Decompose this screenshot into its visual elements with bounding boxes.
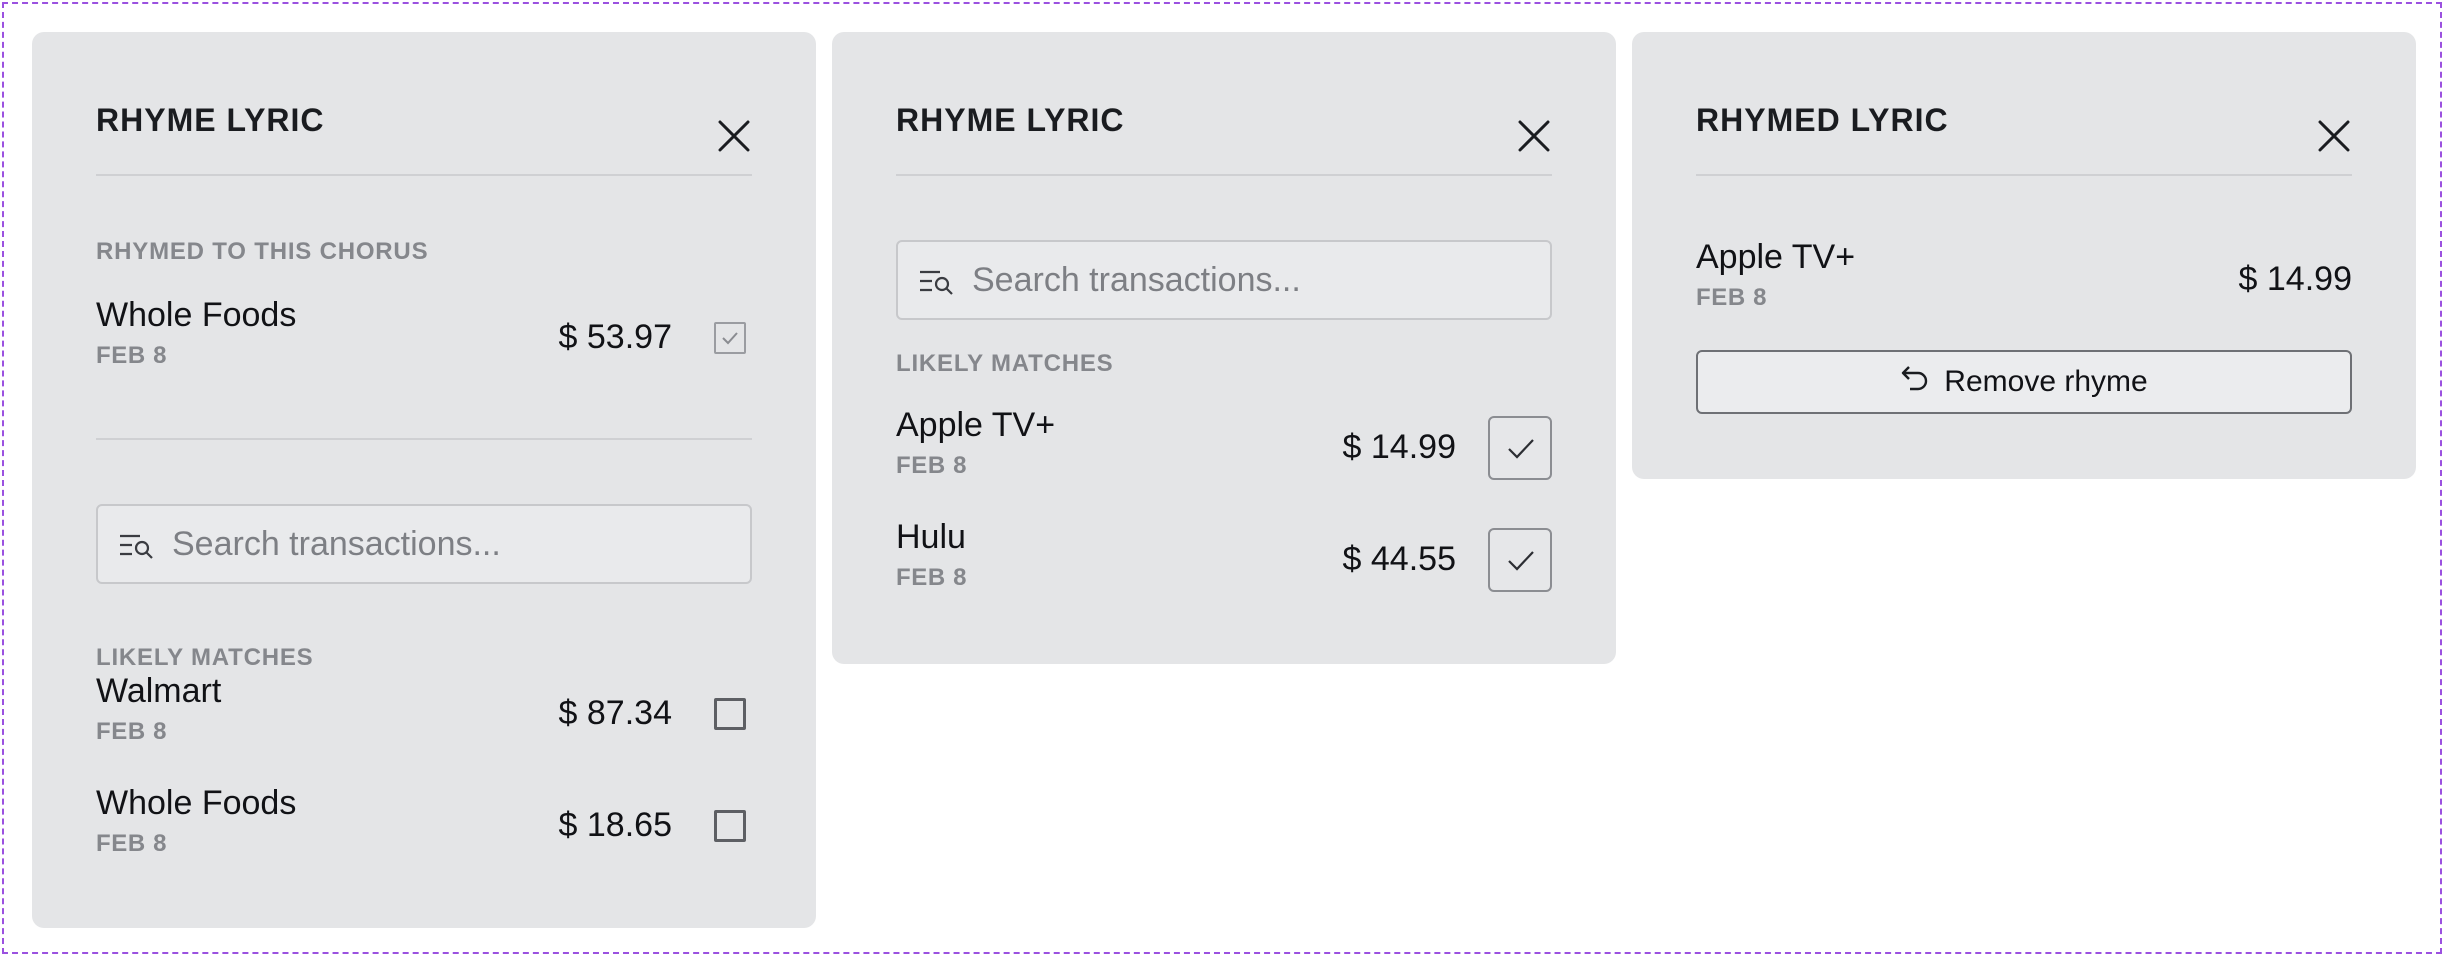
transaction-name: Apple TV+ xyxy=(1696,238,1856,276)
transaction-amount: $ 14.99 xyxy=(1342,428,1456,466)
match-checkbox[interactable] xyxy=(714,810,746,842)
search-field[interactable] xyxy=(96,504,752,584)
rhymed-transaction-row: Apple TV+ FEB 8 $ 14.99 xyxy=(1696,238,2352,318)
match-row-whole-foods: Whole Foods FEB 8 $ 18.65 xyxy=(96,784,752,864)
remove-rhyme-label: Remove rhyme xyxy=(1944,365,2148,398)
close-icon xyxy=(1518,120,1550,152)
panel-title: RHYME LYRIC xyxy=(896,102,1125,138)
header-divider xyxy=(1696,174,2352,176)
transaction-amount: $ 18.65 xyxy=(558,806,672,844)
match-row-apple-tv: Apple TV+ FEB 8 $ 14.99 xyxy=(896,406,1552,486)
close-button[interactable] xyxy=(716,118,752,154)
close-icon xyxy=(718,120,750,152)
transaction-amount: $ 87.34 xyxy=(558,694,672,732)
search-filter-icon xyxy=(918,266,958,301)
transaction-date: FEB 8 xyxy=(96,718,168,745)
match-row-walmart: Walmart FEB 8 $ 87.34 xyxy=(96,672,752,752)
match-checkbox[interactable] xyxy=(1488,528,1552,592)
header-divider xyxy=(96,174,752,176)
match-checkbox[interactable] xyxy=(714,698,746,730)
search-input[interactable] xyxy=(972,242,1534,318)
transaction-name: Hulu xyxy=(896,518,966,556)
search-input[interactable] xyxy=(172,506,734,582)
transaction-amount: $ 14.99 xyxy=(2238,260,2352,298)
transaction-date: FEB 8 xyxy=(896,452,968,479)
likely-matches-label: LIKELY MATCHES xyxy=(896,350,1114,377)
section-divider xyxy=(96,438,752,440)
close-icon xyxy=(2318,120,2350,152)
transaction-amount: $ 44.55 xyxy=(1342,540,1456,578)
rhymed-transaction-row: Whole Foods FEB 8 $ 53.97 xyxy=(96,296,752,376)
panel-title: RHYMED LYRIC xyxy=(1696,102,1949,138)
transaction-date: FEB 8 xyxy=(896,564,968,591)
search-filter-icon xyxy=(118,530,158,565)
transaction-name: Whole Foods xyxy=(96,296,297,334)
transaction-date: FEB 8 xyxy=(96,342,168,369)
match-checkbox[interactable] xyxy=(1488,416,1552,480)
check-icon xyxy=(722,332,738,345)
rhymed-section-label: RHYMED TO THIS CHORUS xyxy=(96,238,429,265)
transaction-date: FEB 8 xyxy=(96,830,168,857)
match-row-hulu: Hulu FEB 8 $ 44.55 xyxy=(896,518,1552,598)
rhymed-checkbox[interactable] xyxy=(714,322,746,354)
check-icon xyxy=(1508,439,1534,459)
close-button[interactable] xyxy=(1516,118,1552,154)
transaction-name: Walmart xyxy=(96,672,222,710)
undo-icon xyxy=(1900,364,1930,400)
remove-rhyme-button[interactable]: Remove rhyme xyxy=(1696,350,2352,414)
rhyme-lyric-panel-2: RHYME LYRIC LIKELY MATCHES Apple TV+ FEB… xyxy=(832,32,1616,664)
transaction-name: Whole Foods xyxy=(96,784,297,822)
check-icon xyxy=(1508,551,1534,571)
rhymed-lyric-panel: RHYMED LYRIC Apple TV+ FEB 8 $ 14.99 Rem… xyxy=(1632,32,2416,479)
transaction-date: FEB 8 xyxy=(1696,284,1768,311)
header-divider xyxy=(896,174,1552,176)
close-button[interactable] xyxy=(2316,118,2352,154)
panel-title: RHYME LYRIC xyxy=(96,102,325,138)
search-field[interactable] xyxy=(896,240,1552,320)
likely-matches-label: LIKELY MATCHES xyxy=(96,644,314,671)
transaction-name: Apple TV+ xyxy=(896,406,1056,444)
rhyme-lyric-panel-1: RHYME LYRIC RHYMED TO THIS CHORUS Whole … xyxy=(32,32,816,928)
transaction-amount: $ 53.97 xyxy=(558,318,672,356)
